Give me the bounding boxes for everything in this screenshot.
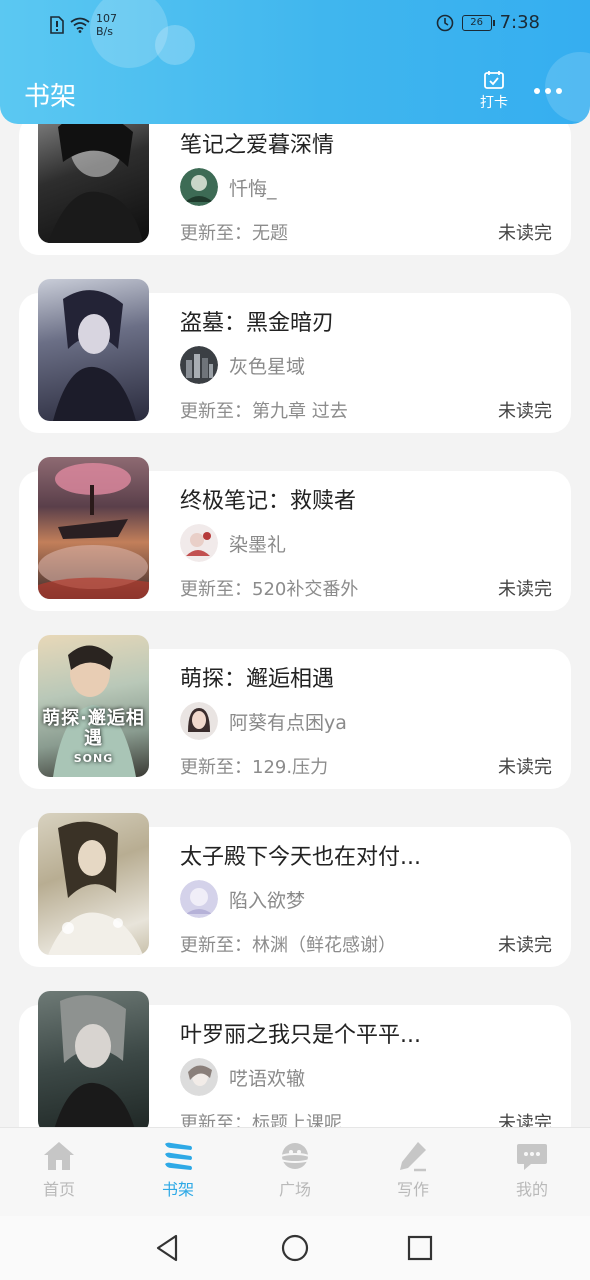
back-icon[interactable] [152,1232,184,1264]
book-cover[interactable] [38,457,149,599]
author-row: 呓语欢辙 [180,1058,305,1096]
book-title[interactable]: 太子殿下今天也在对付... [180,839,421,871]
bottom-nav: 首页 书架 广场 写作 我的 [0,1127,590,1216]
author-name: 忏悔_ [229,177,277,200]
nav-item-home[interactable]: 首页 [19,1140,99,1200]
book-cover[interactable] [38,813,149,955]
update-info: 更新至：第九章 过去 [180,401,348,422]
read-status: 未读完 [498,579,552,600]
author-name: 呓语欢辙 [229,1067,306,1090]
read-status: 未读完 [498,223,552,244]
author-name: 陷入欲梦 [229,889,306,912]
alarm-icon [436,14,453,31]
book-card[interactable]: 笔记之爱暮深情 忏悔_ 更新至：无题 未读完 [19,107,571,255]
more-dot-icon [545,88,551,94]
author-avatar [180,1058,218,1096]
nav-item-write[interactable]: 写作 [373,1140,453,1200]
read-status: 未读完 [498,1113,552,1127]
author-name: 染墨礼 [229,533,287,556]
more-options-button[interactable] [534,88,562,94]
planet-icon [278,1143,312,1169]
wifi-icon [70,17,90,33]
nav-item-plaza[interactable]: 广场 [255,1140,335,1200]
book-card[interactable]: 太子殿下今天也在对付... 陷入欲梦 更新至：林渊（鲜花感谢） 未读完 [19,813,571,967]
author-avatar [180,702,218,740]
book-card[interactable]: 萌探·邂逅相遇 SONG 萌探：邂逅相遇 阿葵有点困ya 更新至：129.压力 未… [19,635,571,789]
author-name: 灰色星域 [229,355,306,378]
book-card[interactable]: 叶罗丽之我只是个平平... 呓语欢辙 更新至：标题上课呢 未读完 [19,991,571,1127]
pen-icon [400,1142,426,1172]
update-info: 更新至：129.压力 [180,757,329,778]
author-avatar [180,346,218,384]
decor-bubble [545,52,590,122]
book-cover[interactable] [38,107,149,243]
update-info: 更新至：520补交番外 [180,579,359,600]
book-cover[interactable] [38,991,149,1127]
page-title: 书架 [24,82,77,112]
book-title[interactable]: 终极笔记：救赎者 [180,483,356,515]
book-title[interactable]: 笔记之爱暮深情 [180,127,334,159]
bookshelf-list[interactable]: 笔记之爱暮深情 忏悔_ 更新至：无题 未读完 盗墓：黑金暗刃 灰色星域 更新至：… [0,0,590,1127]
author-avatar [180,524,218,562]
checkin-label: 打卡 [480,95,508,111]
author-avatar [180,880,218,918]
app-header: 107 B/s 26 7:38 书架 打卡 [0,0,590,124]
recents-icon[interactable] [404,1232,436,1264]
author-avatar [180,168,218,206]
nav-item-bookshelf[interactable]: 书架 [138,1140,218,1200]
read-status: 未读完 [498,935,552,956]
update-info: 更新至：无题 [180,223,288,244]
bookshelf-icon [165,1142,192,1170]
cover-title: 萌探·邂逅相遇 SONG [42,708,145,766]
author-row: 染墨礼 [180,524,286,562]
author-name: 阿葵有点困ya [229,711,347,734]
calendar-check-icon [484,71,504,89]
book-cover[interactable] [38,279,149,421]
update-info: 更新至：标题上课呢 [180,1113,342,1127]
home-icon [44,1142,74,1170]
nav-item-me[interactable]: 我的 [492,1140,572,1200]
checkin-button[interactable]: 打卡 [476,70,512,112]
author-row: 陷入欲梦 [180,880,305,918]
book-title[interactable]: 萌探：邂逅相遇 [180,661,334,693]
book-title[interactable]: 叶罗丽之我只是个平平... [180,1017,421,1049]
update-info: 更新至：林渊（鲜花感谢） [180,935,396,956]
system-nav-bar [0,1216,590,1280]
sim-alert-icon [50,16,64,34]
more-dot-icon [534,88,540,94]
home-circle-icon[interactable] [279,1232,311,1264]
network-speed: 107 B/s [96,12,117,38]
book-card[interactable]: 终极笔记：救赎者 染墨礼 更新至：520补交番外 未读完 [19,457,571,611]
author-row: 忏悔_ [180,168,277,206]
status-bar: 107 B/s 26 7:38 [0,0,590,46]
book-card[interactable]: 盗墓：黑金暗刃 灰色星域 更新至：第九章 过去 未读完 [19,279,571,433]
clock: 7:38 [499,12,540,33]
author-row: 灰色星域 [180,346,305,384]
chat-bubble-icon [517,1144,547,1170]
author-row: 阿葵有点困ya [180,702,347,740]
more-dot-icon [556,88,562,94]
read-status: 未读完 [498,401,552,422]
book-cover[interactable]: 萌探·邂逅相遇 SONG [38,635,149,777]
book-title[interactable]: 盗墓：黑金暗刃 [180,305,334,337]
read-status: 未读完 [498,757,552,778]
battery-icon: 26 [461,14,495,31]
